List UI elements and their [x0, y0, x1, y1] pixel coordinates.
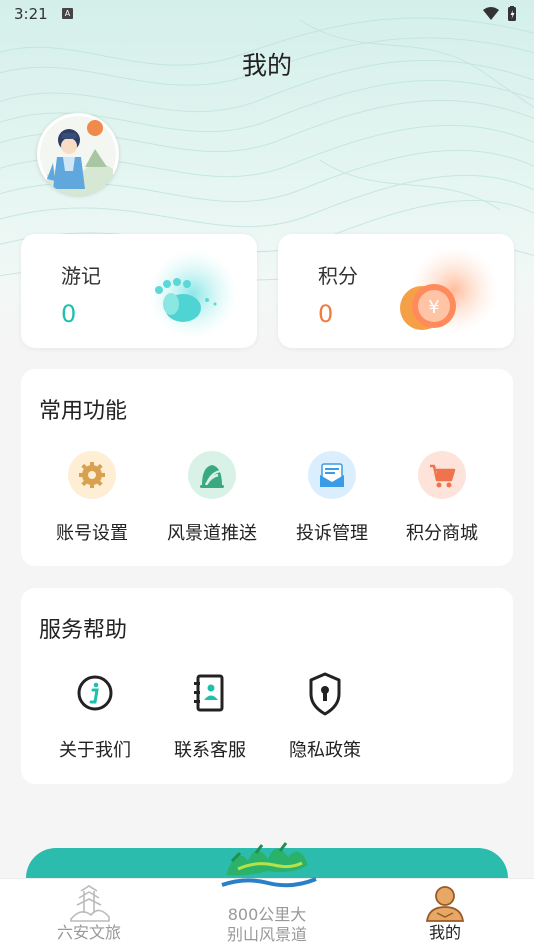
privacy-shield-icon: [309, 672, 341, 716]
gear-icon: [68, 451, 116, 499]
mail-icon: [308, 451, 356, 499]
travel-notes-label: 游记: [61, 264, 101, 288]
travel-notes-count: 0: [61, 300, 77, 328]
tab-liuan-culture-label: 六安文旅: [56, 923, 121, 942]
scenic-road-push-label: 风景道推送: [167, 523, 257, 544]
customer-service-label: 联系客服: [174, 740, 246, 761]
service-help-section: 服务帮助 关于我们 联系客服 隐私政策: [21, 588, 513, 784]
privacy-policy-button[interactable]: 隐私政策: [268, 670, 382, 770]
common-functions-section: 常用功能 账号设置 风景道推送 投诉管理 积分商城: [21, 369, 513, 566]
status-time: 3:21: [14, 5, 48, 23]
common-functions-title: 常用功能: [39, 399, 128, 424]
scenic-road-push-button[interactable]: 风景道推送: [152, 451, 272, 551]
wifi-icon: [483, 7, 499, 20]
info-icon: [77, 675, 113, 711]
travel-notes-card[interactable]: 游记 0: [21, 234, 257, 348]
bottom-tab-bar: 六安文旅 800公里大 别山风景道 我的: [0, 842, 534, 951]
scenic-road-icon: [188, 451, 236, 499]
points-label: 积分: [318, 264, 358, 288]
avatar[interactable]: [37, 113, 119, 195]
about-us-label: 关于我们: [59, 740, 131, 761]
points-count: 0: [318, 300, 334, 328]
scenic-logo-icon: [221, 842, 317, 888]
tab-dabieshan-scenic-road[interactable]: 800公里大 别山风景道: [178, 842, 356, 951]
tab-mine-label: 我的: [428, 923, 461, 942]
svg-text:¥: ¥: [428, 297, 439, 318]
tab-label-line2: 别山风景道: [226, 925, 307, 944]
status-icons: [482, 6, 520, 26]
tab-label-line1: 800公里大: [227, 905, 307, 924]
tab-liuan-culture[interactable]: 六安文旅: [0, 879, 178, 951]
points-card[interactable]: 积分 0 ¥: [278, 234, 514, 348]
avatar-illustration: [40, 116, 116, 195]
tab-mine[interactable]: 我的: [356, 879, 534, 951]
footprint-icon: [149, 250, 237, 338]
user-icon: [425, 886, 465, 922]
complaint-management-label: 投诉管理: [296, 523, 368, 544]
notification-badge: A: [62, 8, 73, 19]
account-settings-button[interactable]: 账号设置: [32, 451, 152, 551]
about-us-button[interactable]: 关于我们: [38, 670, 152, 770]
privacy-policy-label: 隐私政策: [289, 740, 361, 761]
points-mall-label: 积分商城: [406, 523, 478, 544]
customer-service-button[interactable]: 联系客服: [153, 670, 267, 770]
points-mall-button[interactable]: 积分商城: [382, 451, 502, 551]
page-title: 我的: [241, 51, 292, 80]
status-bar: 3:21 A: [0, 0, 534, 28]
pagoda-icon: [70, 885, 110, 922]
cart-icon: [418, 451, 466, 499]
contacts-icon: [194, 674, 224, 712]
account-settings-label: 账号设置: [56, 523, 128, 544]
service-help-title: 服务帮助: [39, 618, 128, 643]
coin-icon: ¥: [400, 250, 498, 334]
complaint-management-button[interactable]: 投诉管理: [272, 451, 392, 551]
